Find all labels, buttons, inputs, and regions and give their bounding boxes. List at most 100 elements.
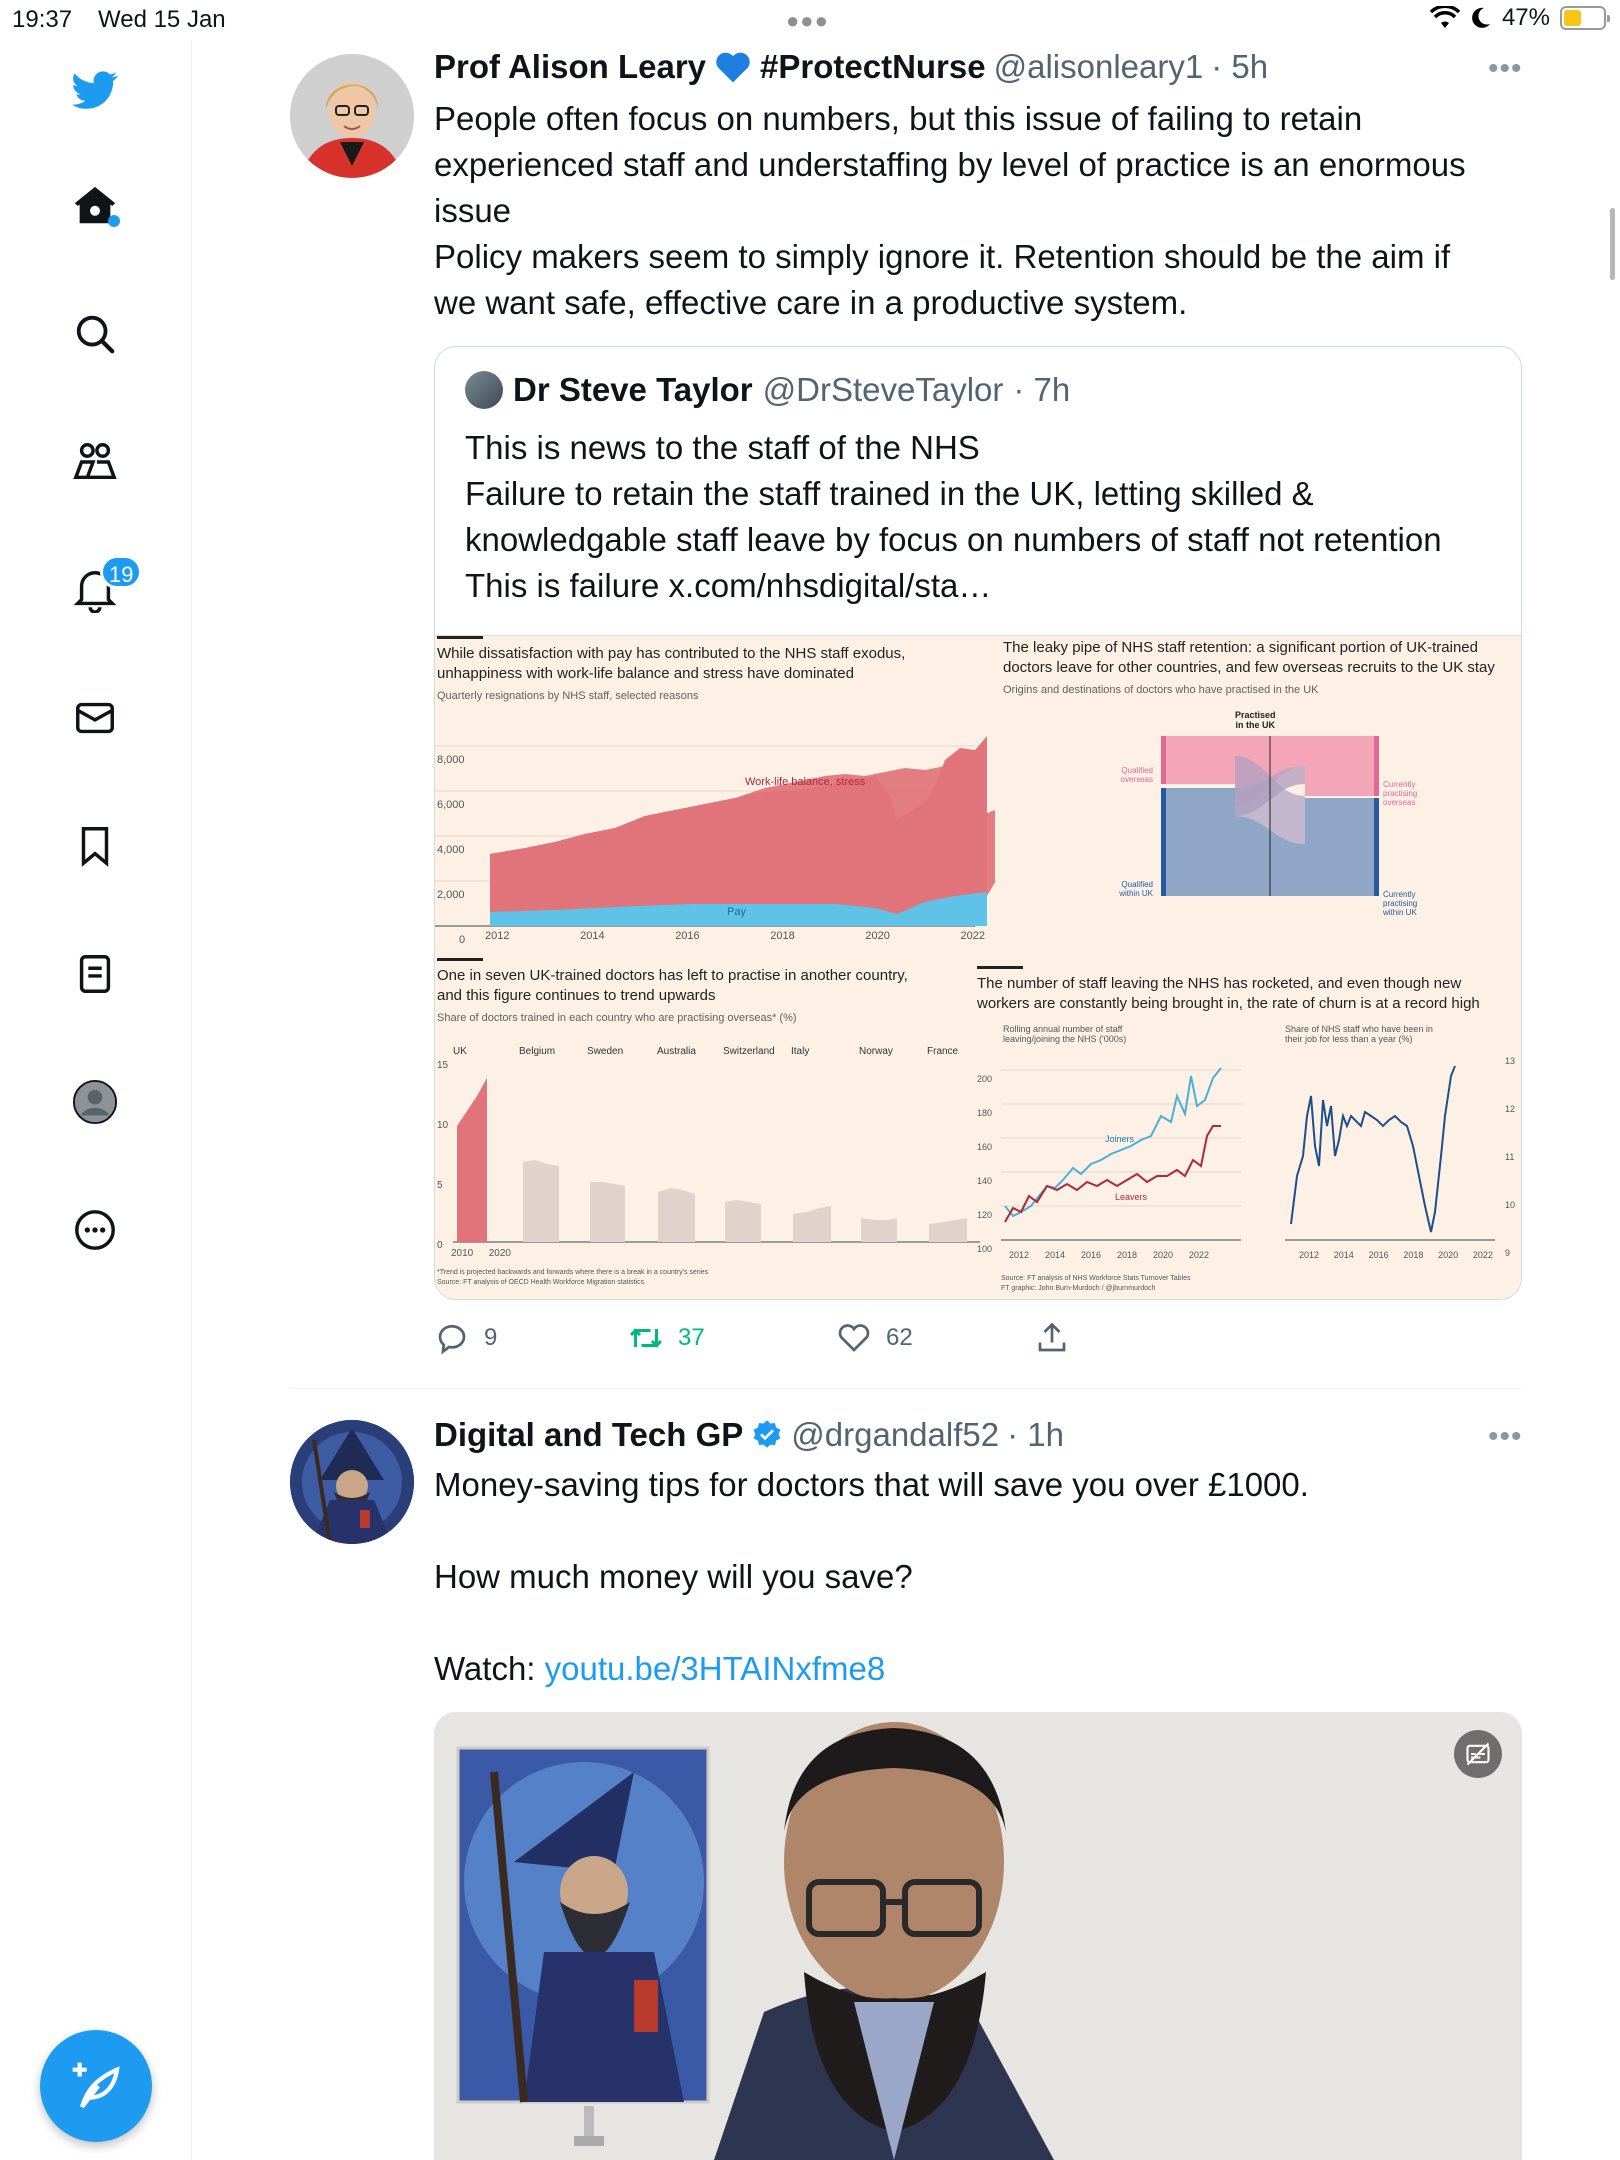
battery-icon	[1560, 6, 1610, 30]
author-handle[interactable]: @alisonleary1	[994, 48, 1204, 86]
x-tick: 2018	[1403, 1250, 1424, 1260]
y-tick: 0	[459, 934, 466, 946]
chart-note: Source: FT analysis of OECD Health Workf…	[437, 1279, 645, 1286]
video-thumbnail	[434, 1712, 1522, 2160]
chart-source: Source: FT analysis of NHS Workforce Sta…	[1001, 1275, 1191, 1282]
home-unread-dot	[108, 215, 120, 227]
video-player[interactable]	[434, 1712, 1522, 2160]
quoted-author-avatar	[465, 371, 503, 409]
search-icon[interactable]	[67, 306, 123, 362]
chart-note: *Trend is projected backwards and forwar…	[437, 1269, 709, 1276]
chart-accent-bar	[437, 958, 483, 961]
x-tick: 2016	[1080, 1250, 1101, 1260]
sankey-label: Qualified	[1121, 766, 1153, 775]
x-tick: 2020	[865, 930, 890, 942]
chart-title-line: While dissatisfaction with pay has contr…	[437, 645, 906, 662]
y-tick: 15	[437, 1060, 449, 1071]
youtube-link[interactable]: youtu.be/3HTAINxfme8	[545, 1650, 886, 1687]
retweet-count: 37	[678, 1324, 705, 1351]
quoted-tweet-header: Dr Steve Taylor @DrSteveTaylor · 7h	[465, 371, 1070, 409]
captions-icon	[1466, 1742, 1490, 1766]
profile-avatar-icon[interactable]	[67, 1074, 123, 1130]
y-tick: 200	[977, 1074, 993, 1084]
communities-icon[interactable]	[67, 434, 123, 490]
chart-subtitle: Quarterly resignations by NHS staff, sel…	[437, 690, 699, 702]
x-tick: 2016	[1368, 1250, 1389, 1260]
sankey-diagram	[1161, 736, 1379, 896]
tweet-line: Money-saving tips for doctors that will …	[434, 1466, 1309, 1503]
y-tick: 100	[977, 1244, 993, 1254]
chart-title-line: doctors leave for other countries, and f…	[1003, 659, 1495, 676]
x-tick: 2012	[485, 930, 510, 942]
chart3-notes: *Trend is projected backwards and forwar…	[437, 1268, 708, 1288]
x-tick: 2010	[451, 1248, 474, 1259]
chart4-right-xaxis: 2012 2014 2016 2018 2020 2022	[1299, 1250, 1493, 1260]
sankey-label: Currently	[1383, 780, 1416, 789]
author-handle[interactable]: @drgandalf52	[791, 1416, 999, 1454]
joiners-leavers-line-chart	[1001, 1067, 1241, 1241]
sankey-right-top: Currently practising overseas	[1383, 780, 1417, 807]
reply-button[interactable]: 9	[434, 1320, 497, 1356]
quoted-tweet-time: · 7h	[1013, 371, 1071, 408]
reply-count: 9	[484, 1324, 498, 1351]
tweet-header: Digital and Tech GP @drgandalf52 · 1h	[434, 1416, 1064, 1454]
tweet-time[interactable]: · 1h	[1007, 1416, 1064, 1454]
compose-tweet-button[interactable]	[40, 2030, 152, 2142]
chart-subtitle: Origins and destinations of doctors who …	[1003, 684, 1319, 696]
tweet-line: How much money will you save?	[434, 1558, 913, 1595]
series-label-joiners: Joiners	[1105, 1134, 1135, 1144]
chart-title-line: and this figure continues to trend upwar…	[437, 987, 716, 1004]
bookmarks-icon[interactable]	[67, 818, 123, 874]
y-tick: 4,000	[437, 844, 465, 856]
chart-accent-bar	[437, 636, 483, 639]
y-tick: 10	[1505, 1200, 1516, 1210]
sankey-label: within UK	[1119, 889, 1153, 898]
more-options-icon[interactable]	[67, 1202, 123, 1258]
ft-chart-image[interactable]: While dissatisfaction with pay has contr…	[435, 635, 1521, 1299]
y-tick: 9	[1505, 1248, 1511, 1258]
y-tick: 160	[977, 1142, 993, 1152]
retweet-button[interactable]: 37	[628, 1320, 705, 1356]
tweet-more-icon[interactable]: •••	[1488, 52, 1523, 86]
twitter-logo-icon[interactable]	[67, 62, 123, 118]
x-tick: 2012	[1299, 1250, 1320, 1260]
messages-mail-icon[interactable]	[67, 690, 123, 746]
lists-icon[interactable]	[67, 946, 123, 1002]
battery-percent: 47%	[1501, 4, 1550, 31]
chart-title-line: One in seven UK-trained doctors has left…	[437, 967, 908, 984]
chart4-left-xaxis: 2012 2014 2016 2018 2020 2022	[1009, 1250, 1209, 1260]
author-avatar-gandalf[interactable]	[290, 1420, 414, 1544]
series-label-pay: Pay	[727, 906, 746, 918]
author-name[interactable]: Digital and Tech GP	[434, 1416, 743, 1454]
tweet-body: Money-saving tips for doctors that will …	[434, 1462, 1309, 1692]
scrollbar-thumb[interactable]	[1610, 208, 1615, 280]
sankey-center-label: Practised in the UK	[1235, 710, 1276, 730]
captions-toggle-button[interactable]	[1454, 1730, 1502, 1778]
tweet-time[interactable]: · 5h	[1211, 48, 1268, 86]
y-tick: 11	[1505, 1152, 1515, 1162]
quoted-tweet-card[interactable]: Dr Steve Taylor @DrSteveTaylor · 7h This…	[434, 346, 1522, 1300]
author-name[interactable]: Prof Alison Leary	[434, 48, 706, 86]
series-label-leavers: Leavers	[1115, 1192, 1148, 1202]
sankey-left-bottom: Qualified within UK	[1103, 880, 1153, 898]
series-label-worklife: Work-life balance, stress	[745, 776, 866, 788]
x-tick: 2014	[1333, 1250, 1354, 1260]
tweet-more-icon[interactable]: •••	[1488, 1420, 1523, 1454]
tweet-divider	[290, 1388, 1522, 1389]
chart-accent-bar	[977, 966, 1023, 969]
multitask-dots-icon[interactable]: ●●●	[786, 8, 829, 34]
tweet-actions: 9 37 62	[434, 1320, 1234, 1360]
retweet-icon	[629, 1328, 663, 1348]
chart-source: FT graphic: John Burn-Murdoch / @jburnmu…	[1001, 1285, 1156, 1292]
quoted-tweet-body: This is news to the staff of the NHS Fai…	[465, 425, 1442, 609]
like-button[interactable]: 62	[836, 1320, 913, 1356]
author-avatar-alison[interactable]	[290, 54, 414, 178]
status-bar: 19:37 Wed 15 Jan ●●● 47%	[0, 0, 1620, 40]
sankey-label: practising	[1383, 899, 1418, 908]
sankey-right-bottom: Currently practising within UK	[1383, 890, 1417, 917]
x-tick: 2022	[960, 930, 985, 942]
y-tick: 140	[977, 1176, 993, 1186]
chart-panel-resignations: While dissatisfaction with pay has contr…	[437, 644, 997, 702]
share-button[interactable]	[1034, 1320, 1070, 1356]
x-tick: 2020	[1438, 1250, 1459, 1260]
